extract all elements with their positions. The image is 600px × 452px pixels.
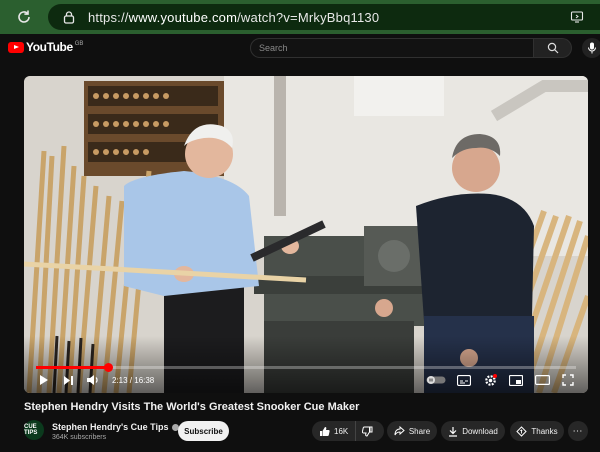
channel-avatar[interactable]: CUE TIPS [24,420,44,440]
address-bar[interactable]: https://www.youtube.com/watch?v=MrkyBbq1… [48,4,600,30]
autoplay-toggle-icon [426,376,446,384]
url-domain: www.youtube.com [128,9,238,25]
search-icon [547,42,558,54]
more-actions-button[interactable]: ⋯ [568,421,588,441]
theater-icon [534,375,550,385]
volume-button[interactable] [84,372,102,388]
url-prefix: https:// [88,9,129,25]
subscriber-count: 364K subscribers [52,434,107,441]
search-placeholder: Search [259,43,288,53]
play-button[interactable] [36,372,52,388]
autoplay-toggle[interactable] [426,372,446,388]
download-label: Download [462,426,498,436]
screen-share-icon[interactable] [570,10,584,24]
progress-bar[interactable] [36,363,576,372]
miniplayer-icon [509,374,523,386]
play-icon [40,375,48,385]
download-button[interactable]: Download [441,421,505,441]
download-icon [449,426,458,437]
youtube-logo[interactable]: YouTube GB [8,40,83,54]
settings-icon [484,373,497,386]
miniplayer-button[interactable] [508,372,524,388]
fullscreen-icon [562,374,574,386]
progress-fill [36,366,108,369]
video-frame [24,76,588,393]
channel-name[interactable]: Stephen Hendry's Cue Tips [52,422,179,432]
theater-mode-button[interactable] [534,372,550,388]
like-count: 16K [334,426,349,436]
subscribe-button[interactable]: Subscribe [178,421,229,441]
thanks-button[interactable]: Thanks [510,421,564,441]
lock-icon[interactable] [62,10,76,24]
logo-text: YouTube [26,40,73,54]
reload-icon[interactable] [12,5,36,29]
thanks-icon [516,425,528,437]
next-icon [63,375,73,385]
fullscreen-button[interactable] [560,372,576,388]
youtube-header: YouTube GB Search [0,34,600,62]
browser-toolbar: https://www.youtube.com/watch?v=MrkyBbq1… [0,0,600,34]
settings-button[interactable] [482,372,498,388]
video-title: Stephen Hendry Visits The World's Greate… [24,401,360,413]
youtube-logo-icon [8,41,24,53]
like-dislike-group: 16K [312,421,384,441]
mic-icon [588,42,596,54]
subtitles-icon [457,374,471,386]
time-display: 2:13 / 16:38 [112,376,155,385]
share-icon [394,426,405,436]
logo-country-code: GB [74,40,84,47]
dislike-button[interactable] [356,421,378,441]
volume-icon [87,375,98,385]
search-button[interactable] [534,38,572,58]
like-icon [320,426,330,436]
next-button[interactable] [60,372,76,388]
video-player[interactable]: 2:13 / 16:38 [24,76,588,393]
url-text[interactable]: https://www.youtube.com/watch?v=MrkyBbq1… [88,10,379,25]
subtitles-button[interactable] [456,372,472,388]
more-icon: ⋯ [572,425,584,437]
url-path: /watch?v=MrkyBbq1130 [237,9,380,25]
scrubber-handle[interactable] [103,363,113,372]
voice-search-button[interactable] [582,38,600,58]
share-button[interactable]: Share [387,421,437,441]
share-label: Share [408,426,431,436]
search-input[interactable]: Search [250,38,534,58]
thanks-label: Thanks [531,426,558,436]
channel-name-text[interactable]: Stephen Hendry's Cue Tips [52,422,169,432]
like-button[interactable]: 16K [312,421,357,441]
dislike-icon [361,426,373,437]
